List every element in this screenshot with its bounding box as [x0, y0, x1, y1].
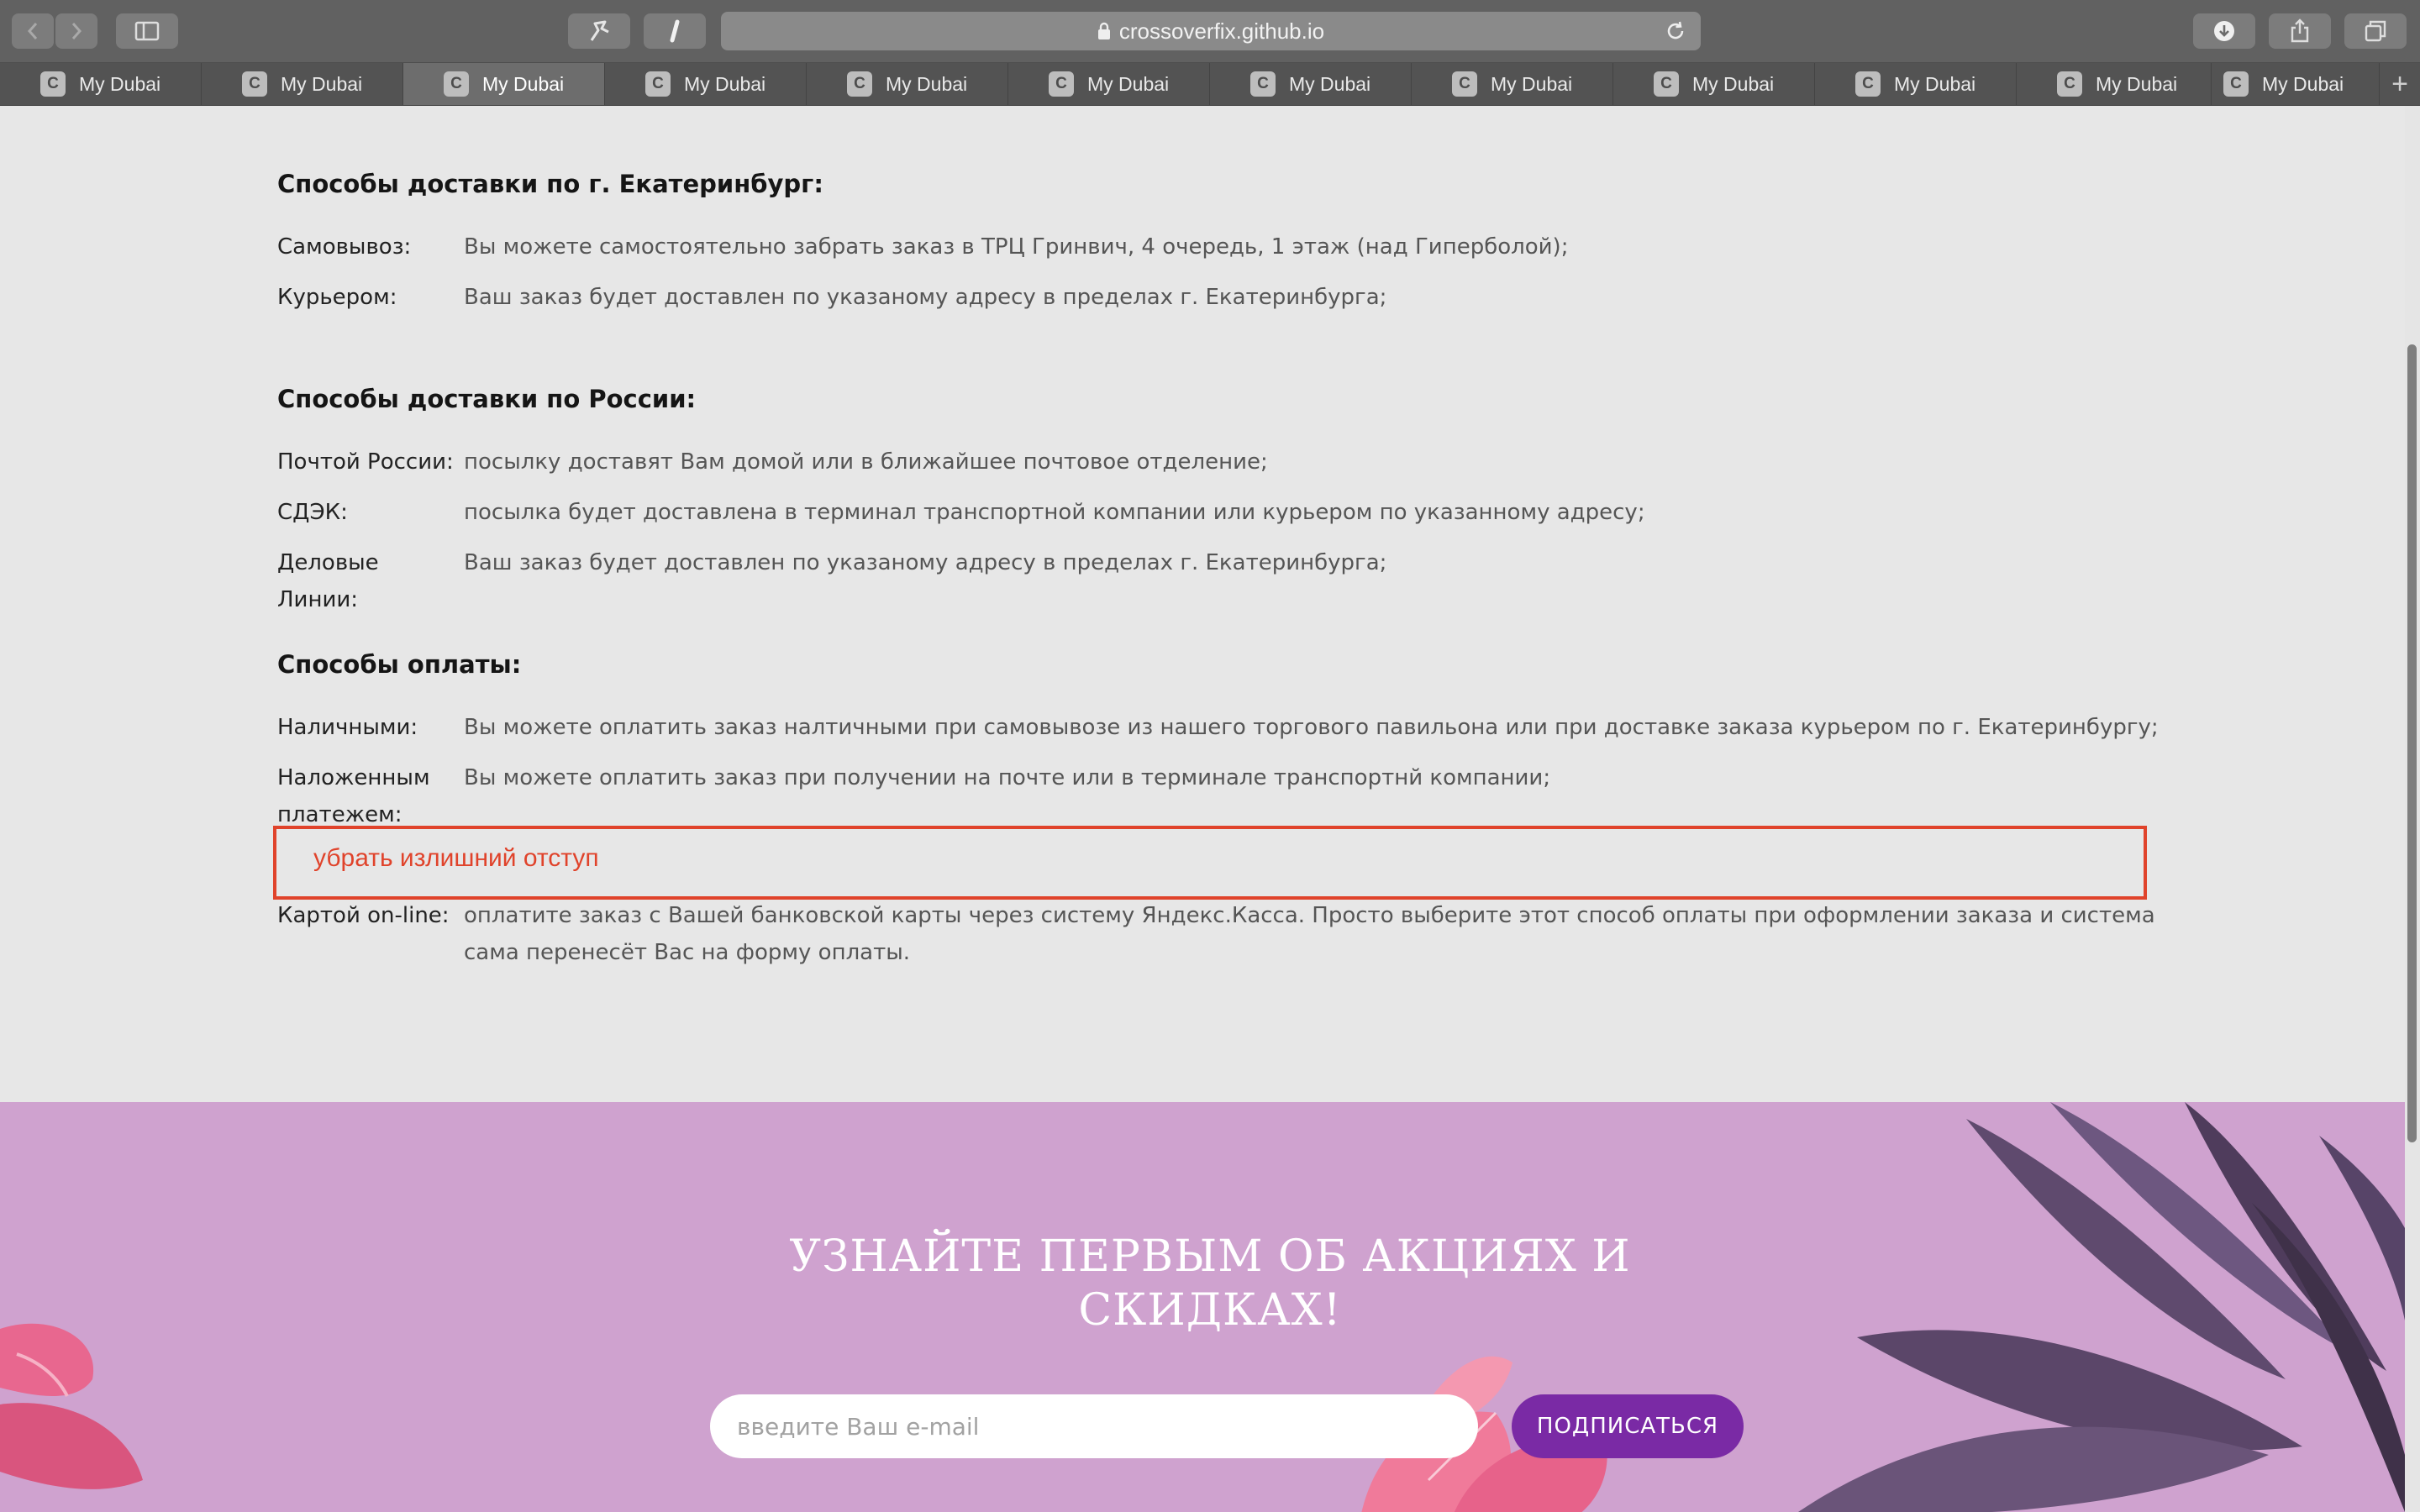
row-label: Самовывоз:: [277, 234, 412, 260]
row-text: Ваш заказ будет доставлен по указаному а…: [464, 550, 1387, 575]
row-label: Картой on-line:: [277, 903, 450, 928]
favicon: C: [847, 71, 872, 97]
extension-runner-icon: [590, 20, 609, 41]
annotation-text: убрать излишний отступ: [313, 844, 599, 872]
tabs-overview-icon: [2365, 20, 2386, 42]
instapaper-button[interactable]: [644, 13, 706, 49]
row-text: Вы можете самостоятельно забрать заказ в…: [464, 234, 1569, 260]
row-label: Деловые Линии:: [277, 550, 379, 612]
browser-tab[interactable]: C My Dubai: [0, 63, 202, 105]
sidebar-toggle-button[interactable]: [116, 13, 178, 49]
favicon: C: [2057, 71, 2082, 97]
payment-row: Наличными: Вы можете оплатить заказ налт…: [277, 709, 2168, 746]
browser-tab[interactable]: C My Dubai: [807, 63, 1008, 105]
tab-title: My Dubai: [886, 72, 968, 95]
italic-i-icon: [670, 19, 680, 43]
tab-title: My Dubai: [482, 72, 565, 95]
tab-overview-button[interactable]: [2344, 13, 2407, 49]
delivery-row: Самовывоз: Вы можете самостоятельно забр…: [277, 228, 2168, 265]
payment-row: Наложенным платежем: Вы можете оплатить …: [277, 759, 2168, 833]
tab-title: My Dubai: [2262, 72, 2344, 95]
share-button[interactable]: [2269, 13, 2331, 49]
scrollbar-thumb[interactable]: [2407, 344, 2417, 1142]
delivery-ekb-heading: Способы доставки по г. Екатеринбург:: [277, 170, 823, 198]
delivery-row: СДЭК: посылка будет доставлена в термина…: [277, 494, 2168, 531]
favicon: C: [1049, 71, 1074, 97]
address-text: crossoverfix.github.io: [1118, 18, 1325, 44]
browser-tab[interactable]: C My Dubai: [1210, 63, 1412, 105]
flower-decoration: [0, 1323, 143, 1489]
browser-tab-active[interactable]: C My Dubai: [403, 63, 605, 105]
row-label: Наличными:: [277, 715, 418, 740]
page-content: Способы доставки по г. Екатеринбург: Сам…: [0, 106, 2420, 1102]
payment-heading: Способы оплаты:: [277, 650, 522, 679]
delivery-row: Деловые Линии: Ваш заказ будет доставлен…: [277, 544, 2168, 612]
review-annotation-box: убрать излишний отступ: [273, 826, 2147, 900]
favicon: C: [40, 71, 66, 97]
browser-tab[interactable]: C My Dubai: [2212, 63, 2380, 105]
row-label: Курьером:: [277, 285, 397, 310]
share-icon: [2291, 18, 2309, 43]
tab-title: My Dubai: [79, 72, 161, 95]
lock-icon: [1097, 22, 1110, 39]
payment-row: Картой on-line: оплатите заказ с Вашей б…: [277, 897, 2168, 971]
tab-title: My Dubai: [1692, 72, 1775, 95]
chevron-right-icon: [71, 23, 82, 39]
browser-tab[interactable]: C My Dubai: [1412, 63, 1613, 105]
email-input[interactable]: [710, 1394, 1478, 1458]
sidebar-icon: [134, 21, 160, 41]
row-label: СДЭК:: [277, 500, 348, 525]
tab-title: My Dubai: [1491, 72, 1573, 95]
row-label: Наложенным платежем:: [277, 765, 430, 827]
favicon: C: [1654, 71, 1679, 97]
browser-tab[interactable]: C My Dubai: [1815, 63, 2017, 105]
row-text: посылку доставят Вам домой или в ближайш…: [464, 449, 1268, 475]
row-text: Вы можете оплатить заказ при получении н…: [464, 765, 1551, 790]
browser-tab[interactable]: C My Dubai: [1008, 63, 1210, 105]
address-bar[interactable]: crossoverfix.github.io: [721, 12, 1701, 50]
downloads-button[interactable]: [2193, 13, 2255, 49]
favicon: C: [2223, 71, 2249, 97]
favicon: C: [1855, 71, 1881, 97]
tab-title: My Dubai: [1894, 72, 1976, 95]
favicon: C: [444, 71, 469, 97]
palm-leaf-decoration: [1798, 1102, 2405, 1512]
tab-title: My Dubai: [684, 72, 766, 95]
tab-bar: C My Dubai C My Dubai C My Dubai C My Dubai …: [0, 63, 2420, 106]
row-text: посылка будет доставлена в терминал тран…: [464, 500, 1645, 525]
tab-title: My Dubai: [1087, 72, 1170, 95]
delivery-row: Почтой России: посылку доставят Вам домо…: [277, 444, 2168, 480]
forward-button[interactable]: [55, 13, 97, 49]
browser-tab[interactable]: C My Dubai: [605, 63, 807, 105]
favicon: C: [1250, 71, 1276, 97]
delivery-russia-heading: Способы доставки по России:: [277, 385, 697, 413]
back-button[interactable]: [12, 13, 54, 49]
row-text: Ваш заказ будет доставлен по указаному а…: [464, 285, 1387, 310]
row-text: Вы можете оплатить заказ налтичными при …: [464, 715, 2159, 740]
favicon: C: [242, 71, 267, 97]
download-icon: [2214, 21, 2234, 41]
browser-toolbar: crossoverfix.github.io: [0, 0, 2420, 63]
browser-tab[interactable]: C My Dubai: [2017, 63, 2212, 105]
tab-title: My Dubai: [2096, 72, 2178, 95]
new-tab-button[interactable]: +: [2380, 63, 2420, 105]
row-label: Почтой России:: [277, 449, 454, 475]
favicon: C: [1452, 71, 1477, 97]
subscribe-banner: УЗНАЙТЕ ПЕРВЫМ ОБ АКЦИЯХ И СКИДКАХ! ПОДП…: [0, 1102, 2405, 1512]
extension-button[interactable]: [568, 13, 630, 49]
delivery-row: Курьером: Ваш заказ будет доставлен по у…: [277, 279, 2168, 316]
reload-icon[interactable]: [1664, 19, 1687, 43]
favicon: C: [645, 71, 671, 97]
row-text: оплатите заказ с Вашей банковской карты …: [464, 903, 2155, 965]
tab-title: My Dubai: [1289, 72, 1371, 95]
chevron-left-icon: [27, 23, 38, 39]
tab-title: My Dubai: [281, 72, 363, 95]
subscribe-button[interactable]: ПОДПИСАТЬСЯ: [1512, 1394, 1744, 1458]
browser-tab[interactable]: C My Dubai: [202, 63, 403, 105]
subscribe-title: УЗНАЙТЕ ПЕРВЫМ ОБ АКЦИЯХ И СКИДКАХ!: [789, 1231, 1631, 1336]
browser-tab[interactable]: C My Dubai: [1613, 63, 1815, 105]
